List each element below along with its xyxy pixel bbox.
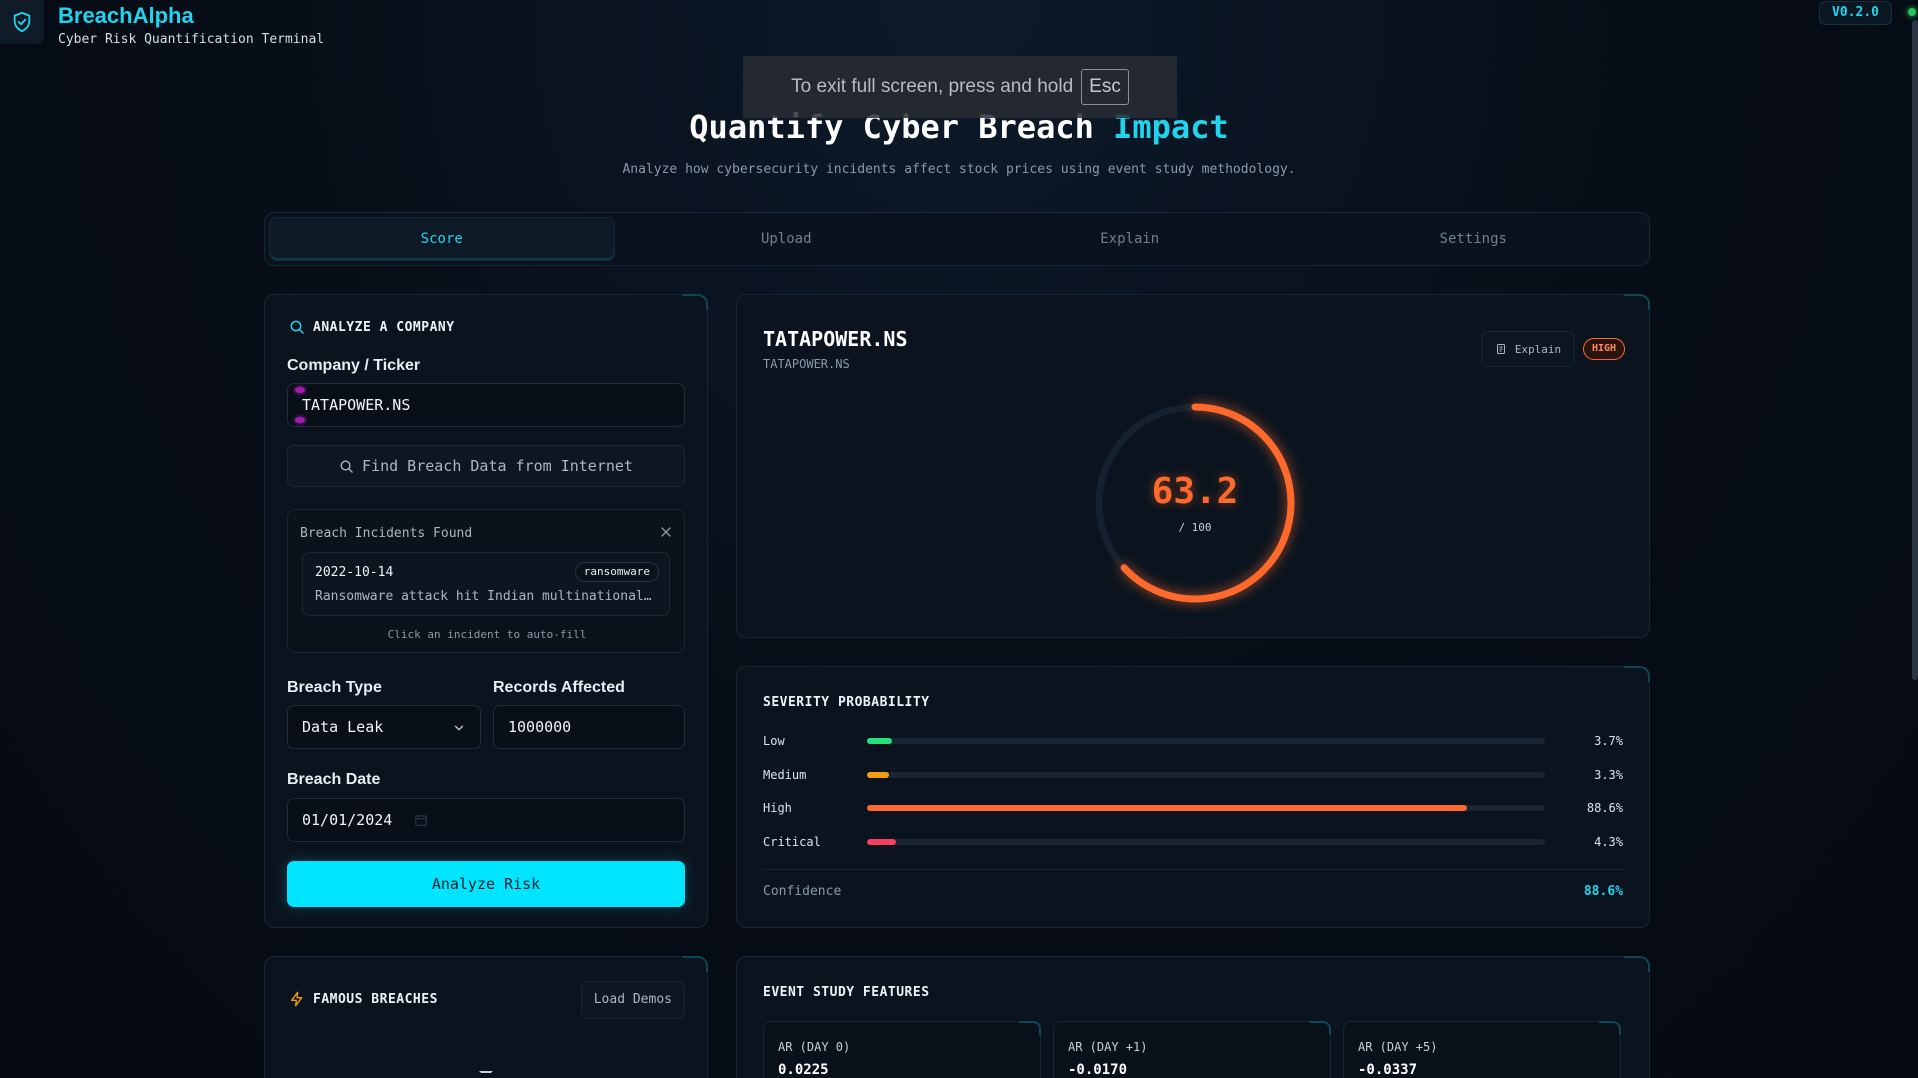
breach-date-input[interactable]: 01/01/2024 xyxy=(287,798,685,842)
company-ticker-label: Company / Ticker xyxy=(287,357,421,374)
famous-breaches-card: FAMOUS BREACHES Load Demos xyxy=(264,956,708,1078)
severity-card-title: SEVERITY PROBABILITY xyxy=(763,695,930,710)
app-brand: BreachAlpha Cyber Risk Quantification Te… xyxy=(0,0,325,47)
risk-score-value: 63.2 xyxy=(1151,471,1239,512)
tab-score[interactable]: Score xyxy=(269,217,615,261)
close-icon[interactable] xyxy=(658,524,674,540)
analyze-card-title: ANALYZE A COMPANY xyxy=(289,319,455,335)
tab-upload[interactable]: Upload xyxy=(615,217,959,261)
search-icon xyxy=(339,459,354,474)
severity-label: Critical xyxy=(763,835,821,849)
incident-date: 2022-10-14 xyxy=(315,565,394,580)
severity-bar-track xyxy=(866,738,1546,744)
severity-probability-card: SEVERITY PROBABILITY Low 3.7% Medium 3.3… xyxy=(736,666,1650,928)
password-manager-icon[interactable] xyxy=(295,387,305,423)
feature-label: AR (DAY +5) xyxy=(1358,1040,1438,1054)
famous-card-title: FAMOUS BREACHES xyxy=(289,991,438,1007)
severity-label: Low xyxy=(763,734,785,748)
document-icon xyxy=(1495,343,1507,355)
loading-icon xyxy=(479,1071,493,1078)
breach-type-value: Data Leak xyxy=(302,718,384,736)
severity-value: 88.6% xyxy=(1586,801,1623,815)
explain-button[interactable]: Explain xyxy=(1481,331,1575,367)
toast-message: To exit full screen, press and hold xyxy=(791,76,1074,97)
company-ticker-value: TATAPOWER.NS xyxy=(302,396,411,414)
features-card-title: EVENT STUDY FEATURES xyxy=(763,985,930,1000)
main-tabs: Score Upload Explain Settings xyxy=(264,212,1650,266)
result-ticker: TATAPOWER.NS xyxy=(763,327,908,351)
severity-bar-track xyxy=(866,805,1546,811)
severity-row-low: Low 3.7% xyxy=(763,731,1623,751)
feature-ar-day-0: AR (DAY 0) 0.0225 xyxy=(763,1021,1041,1078)
records-affected-label: Records Affected xyxy=(493,679,625,696)
severity-bar-fill-medium xyxy=(866,772,890,778)
tab-settings[interactable]: Settings xyxy=(1302,217,1646,261)
calendar-icon[interactable] xyxy=(414,813,428,827)
app-subtitle: Cyber Risk Quantification Terminal xyxy=(58,32,325,47)
app-name: BreachAlpha xyxy=(58,3,194,28)
risk-score-max: / 100 xyxy=(1178,521,1212,534)
feature-label: AR (DAY 0) xyxy=(778,1040,851,1054)
records-affected-value: 1000000 xyxy=(508,718,572,736)
severity-value: 3.7% xyxy=(1594,734,1623,748)
severity-row-critical: Critical 4.3% xyxy=(763,832,1623,852)
risk-level-badge: HIGH xyxy=(1583,338,1626,360)
severity-bar-fill-critical xyxy=(866,839,896,845)
divider xyxy=(763,869,1625,870)
severity-bar-fill-high xyxy=(866,805,1468,811)
company-ticker-input[interactable]: TATAPOWER.NS xyxy=(287,383,685,427)
severity-label: Medium xyxy=(763,768,807,782)
incident-description: Ransomware attack hit Indian multination… xyxy=(315,589,652,604)
breach-incidents-title: Breach Incidents Found xyxy=(300,526,473,541)
analyze-risk-button[interactable]: Analyze Risk xyxy=(287,861,685,907)
breach-type-label: Breach Type xyxy=(287,679,382,696)
feature-label: AR (DAY +1) xyxy=(1068,1040,1148,1054)
severity-value: 3.3% xyxy=(1594,768,1623,782)
feature-value: 0.0225 xyxy=(778,1062,829,1078)
tab-explain[interactable]: Explain xyxy=(958,217,1302,261)
incident-tag: ransomware xyxy=(574,562,659,582)
feature-value: -0.0337 xyxy=(1358,1062,1418,1078)
find-breach-data-button[interactable]: Find Breach Data from Internet xyxy=(287,445,685,487)
confidence-label: Confidence xyxy=(763,884,842,899)
breach-incidents-panel: Breach Incidents Found 2022-10-14 ransom… xyxy=(287,509,685,653)
breach-incident-item[interactable]: 2022-10-14 ransomware Ransomware attack … xyxy=(302,552,670,616)
feature-value: -0.0170 xyxy=(1068,1062,1128,1078)
incidents-hint: Click an incident to auto-fill xyxy=(387,628,587,641)
fullscreen-exit-toast: To exit full screen, press and hold Esc xyxy=(743,56,1177,118)
feature-ar-day-5: AR (DAY +5) -0.0337 xyxy=(1343,1021,1621,1078)
result-ticker-sub: TATAPOWER.NS xyxy=(763,357,850,371)
shield-check-icon xyxy=(0,0,44,44)
records-affected-input[interactable]: 1000000 xyxy=(493,705,685,749)
breach-date-value: 01/01/2024 xyxy=(302,811,393,829)
page-subtitle: Analyze how cybersecurity incidents affe… xyxy=(622,162,1296,177)
toast-key: Esc xyxy=(1081,69,1129,105)
analyze-card-title-text: ANALYZE A COMPANY xyxy=(313,319,455,335)
severity-row-medium: Medium 3.3% xyxy=(763,765,1623,785)
load-demos-button[interactable]: Load Demos xyxy=(580,981,685,1019)
version-badge: V0.2.0 xyxy=(1819,1,1892,25)
lightning-icon xyxy=(289,991,305,1007)
find-breach-data-label: Find Breach Data from Internet xyxy=(362,457,633,475)
risk-score-card: TATAPOWER.NS TATAPOWER.NS Explain HIGH 6… xyxy=(736,294,1650,638)
search-icon xyxy=(289,319,305,335)
breach-type-select[interactable]: Data Leak xyxy=(287,705,481,749)
explain-button-label: Explain xyxy=(1514,342,1562,356)
severity-row-high: High 88.6% xyxy=(763,798,1623,818)
confidence-value: 88.6% xyxy=(1583,884,1623,899)
event-study-features-card: EVENT STUDY FEATURES AR (DAY 0) 0.0225 A… xyxy=(736,956,1650,1078)
severity-label: High xyxy=(763,801,792,815)
severity-bar-fill-low xyxy=(866,738,892,744)
feature-ar-day-1: AR (DAY +1) -0.0170 xyxy=(1053,1021,1331,1078)
famous-card-title-text: FAMOUS BREACHES xyxy=(313,991,438,1007)
severity-bar-track xyxy=(866,839,1546,845)
status-indicator xyxy=(1908,8,1916,16)
severity-bar-track xyxy=(866,772,1546,778)
chevron-down-icon xyxy=(452,721,466,735)
breach-date-label: Breach Date xyxy=(287,771,381,788)
analyze-company-card: ANALYZE A COMPANY Company / Ticker TATAP… xyxy=(264,294,708,928)
severity-value: 4.3% xyxy=(1594,835,1623,849)
